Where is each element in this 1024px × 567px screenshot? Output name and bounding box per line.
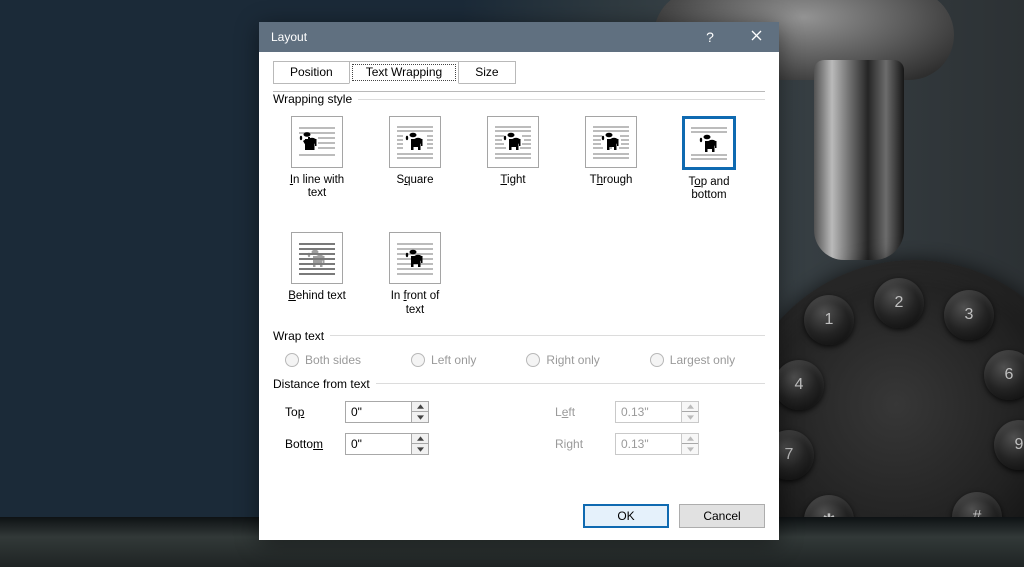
- spin-down-button[interactable]: [412, 411, 428, 422]
- top-bottom-wrap-icon: [688, 122, 730, 164]
- group-wrap-text: Wrap text Both sides Left only Right onl…: [273, 329, 765, 369]
- radio-left-only: Left only: [411, 353, 476, 367]
- radio-icon: [411, 353, 425, 367]
- dialog-title: Layout: [271, 30, 687, 44]
- ok-button[interactable]: OK: [583, 504, 669, 528]
- input-distance-left: [615, 401, 681, 423]
- radio-icon: [526, 353, 540, 367]
- radio-both-sides: Both sides: [285, 353, 361, 367]
- spin-up-button: [682, 402, 698, 412]
- label-distance-right: Right: [555, 437, 615, 451]
- tab-text-wrapping[interactable]: Text Wrapping: [349, 61, 459, 84]
- group-distance-from-text: Distance from text Top Left: [273, 377, 765, 455]
- close-button[interactable]: [733, 22, 779, 52]
- close-icon: [751, 30, 762, 44]
- radio-icon: [650, 353, 664, 367]
- tabs: Position Text Wrapping Size: [273, 60, 765, 84]
- wrap-option-through-label: Through: [577, 174, 645, 187]
- phone-column: [814, 60, 904, 260]
- tab-size[interactable]: Size: [458, 61, 515, 84]
- spin-up-button[interactable]: [412, 434, 428, 444]
- spinner-distance-right: [615, 433, 699, 455]
- tab-position[interactable]: Position: [273, 61, 350, 84]
- wrap-option-behind-text-label: Behind text: [283, 290, 351, 303]
- wrap-option-tight[interactable]: [487, 116, 539, 168]
- help-button[interactable]: ?: [687, 22, 733, 52]
- cancel-button[interactable]: Cancel: [679, 504, 765, 528]
- input-distance-right: [615, 433, 681, 455]
- radio-largest-only: Largest only: [650, 353, 735, 367]
- wrap-option-top-and-bottom-label: Top and bottom: [675, 176, 743, 202]
- group-wrapping-style: Wrapping style In line with text: [273, 92, 765, 321]
- radio-right-only: Right only: [526, 353, 599, 367]
- input-distance-top[interactable]: [345, 401, 411, 423]
- wrap-option-in-front-of-text[interactable]: [389, 232, 441, 284]
- radio-right-only-label: Right only: [546, 353, 599, 367]
- in-front-of-text-icon: [394, 237, 436, 279]
- spinner-distance-bottom[interactable]: [345, 433, 429, 455]
- radio-largest-only-label: Largest only: [670, 353, 735, 367]
- wrap-option-square[interactable]: [389, 116, 441, 168]
- wrap-option-inline[interactable]: [291, 116, 343, 168]
- group-wrap-text-label: Wrap text: [273, 329, 330, 343]
- wrap-option-top-and-bottom[interactable]: [682, 116, 736, 170]
- spinner-distance-left: [615, 401, 699, 423]
- square-wrap-icon: [394, 121, 436, 163]
- wrapping-style-tiles: In line with text: [273, 112, 765, 321]
- spin-down-button: [682, 443, 698, 454]
- label-distance-left: Left: [555, 405, 615, 419]
- tight-wrap-icon: [492, 121, 534, 163]
- dialog-footer: OK Cancel: [259, 492, 779, 540]
- help-icon: ?: [706, 29, 714, 45]
- wrap-option-in-front-of-text-label: In front of text: [381, 290, 449, 316]
- radio-icon: [285, 353, 299, 367]
- radio-both-sides-label: Both sides: [305, 353, 361, 367]
- layout-dialog: Layout ? Position Text Wrapping Size Wra…: [259, 22, 779, 540]
- input-distance-bottom[interactable]: [345, 433, 411, 455]
- wrap-option-behind-text[interactable]: [291, 232, 343, 284]
- radio-left-only-label: Left only: [431, 353, 476, 367]
- spin-down-button: [682, 411, 698, 422]
- wrap-option-through[interactable]: [585, 116, 637, 168]
- spin-up-button: [682, 434, 698, 444]
- behind-text-icon: [296, 237, 338, 279]
- wrap-option-square-label: Square: [381, 174, 449, 187]
- through-wrap-icon: [590, 121, 632, 163]
- spin-down-button[interactable]: [412, 443, 428, 454]
- spinner-distance-top[interactable]: [345, 401, 429, 423]
- wrap-option-inline-label: In line with text: [283, 174, 351, 200]
- group-wrapping-style-label: Wrapping style: [273, 92, 358, 106]
- group-distance-from-text-label: Distance from text: [273, 377, 376, 391]
- wrap-option-tight-label: Tight: [479, 174, 547, 187]
- label-distance-top: Top: [285, 405, 345, 419]
- titlebar[interactable]: Layout ?: [259, 22, 779, 52]
- inline-with-text-icon: [296, 121, 338, 163]
- spin-up-button[interactable]: [412, 402, 428, 412]
- label-distance-bottom: Bottom: [285, 437, 345, 451]
